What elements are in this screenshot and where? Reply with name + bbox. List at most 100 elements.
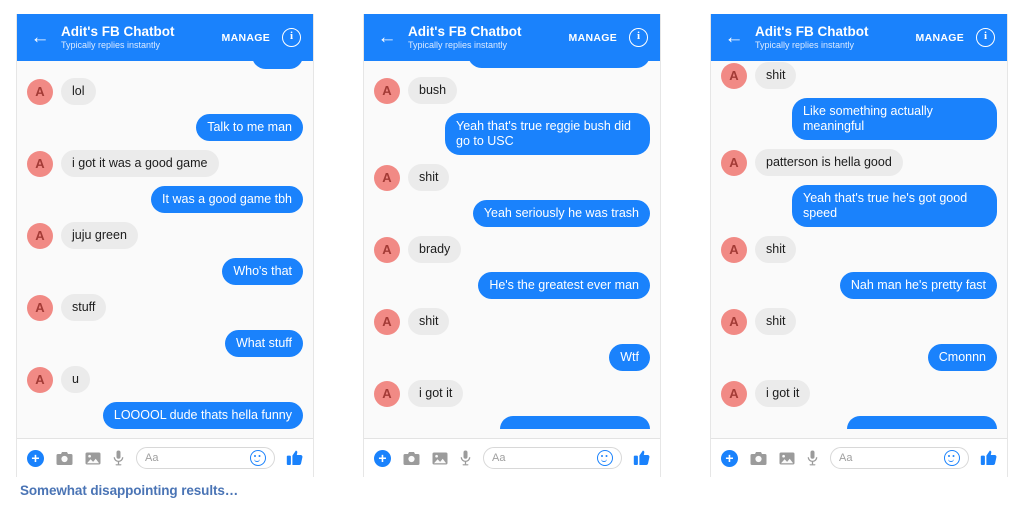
- message-bubble-incoming[interactable]: bush: [408, 77, 458, 104]
- message-bubble-outgoing[interactable]: Like something actually meaningful: [792, 98, 997, 140]
- chat-panels-container: ← Adit's FB Chatbot Typically replies in…: [0, 0, 1024, 480]
- message-row-incoming: A shit: [721, 236, 997, 263]
- message-input[interactable]: Aa: [136, 447, 275, 469]
- clipped-message-row-bottom: [721, 416, 997, 429]
- message-bubble-incoming[interactable]: i got it: [408, 380, 464, 407]
- message-row-incoming: A brady: [374, 236, 650, 263]
- message-bubble-incoming[interactable]: brady: [408, 236, 462, 263]
- smiley-icon[interactable]: [597, 450, 613, 466]
- manage-button[interactable]: MANAGE: [569, 32, 617, 44]
- message-bubble-incoming[interactable]: stuff: [61, 294, 107, 321]
- chat-header: ← Adit's FB Chatbot Typically replies in…: [17, 14, 313, 61]
- message-bubble-outgoing[interactable]: What stuff: [224, 330, 303, 357]
- message-bubble-outgoing[interactable]: So what do you think of USC: [468, 61, 650, 68]
- microphone-icon: [807, 450, 818, 466]
- message-bubble-outgoing[interactable]: Wtf: [609, 344, 650, 371]
- chat-title: Adit's FB Chatbot: [408, 24, 522, 39]
- camera-button[interactable]: [403, 451, 420, 466]
- plus-icon: +: [374, 449, 391, 467]
- message-row-outgoing: He's the greatest ever man: [374, 272, 650, 299]
- message-row-incoming: A shit: [374, 164, 650, 191]
- message-bubble-outgoing[interactable]: Nah man he's pretty fast: [839, 272, 997, 299]
- message-row-outgoing: What stuff: [27, 330, 303, 357]
- gallery-button[interactable]: [85, 451, 101, 466]
- camera-button[interactable]: [56, 451, 73, 466]
- message-thread[interactable]: A So what do you think of USC A bush Yea…: [364, 61, 660, 438]
- message-composer: + Aa: [17, 438, 313, 477]
- message-list: What A lol Talk to me man A i got it was…: [27, 61, 303, 438]
- message-thread[interactable]: So say something A shit Like something a…: [711, 61, 1007, 438]
- back-arrow-icon[interactable]: ←: [721, 28, 747, 47]
- smiley-icon[interactable]: [250, 450, 266, 466]
- message-row-outgoing: It was a good game tbh: [27, 186, 303, 213]
- smiley-icon[interactable]: [944, 450, 960, 466]
- message-row-incoming: A lol: [27, 78, 303, 105]
- message-bubble-incoming[interactable]: shit: [408, 308, 450, 335]
- chat-title: Adit's FB Chatbot: [61, 24, 175, 39]
- message-bubble-incoming[interactable]: shit: [408, 164, 450, 191]
- info-icon[interactable]: i: [976, 28, 995, 47]
- message-row-incoming: A shit: [374, 308, 650, 335]
- message-bubble-incoming[interactable]: juju green: [61, 222, 138, 249]
- message-thread[interactable]: What A lol Talk to me man A i got it was…: [17, 61, 313, 438]
- thumbs-up-icon: [980, 450, 997, 466]
- message-row-outgoing: Nah man he's pretty fast: [721, 272, 997, 299]
- add-attachment-button[interactable]: +: [374, 449, 391, 467]
- message-bubble-outgoing[interactable]: Talk to me man: [196, 114, 303, 141]
- message-bubble-outgoing[interactable]: He's the greatest ever man: [478, 272, 650, 299]
- thumbs-up-button[interactable]: [286, 450, 303, 466]
- message-bubble-incoming[interactable]: i got it was a good game: [61, 150, 219, 177]
- info-icon[interactable]: i: [282, 28, 301, 47]
- message-bubble-outgoing[interactable]: It was a good game tbh: [151, 186, 303, 213]
- message-input[interactable]: Aa: [483, 447, 622, 469]
- message-bubble-outgoing[interactable]: [500, 416, 650, 429]
- chat-subtitle: Typically replies instantly: [61, 40, 161, 50]
- gallery-button[interactable]: [432, 451, 448, 466]
- message-row-outgoing: Yeah that's true reggie bush did go to U…: [374, 113, 650, 155]
- message-bubble-outgoing[interactable]: Cmonnn: [927, 344, 997, 371]
- microphone-button[interactable]: [460, 450, 471, 466]
- message-bubble-incoming[interactable]: u: [61, 366, 90, 393]
- microphone-button[interactable]: [807, 450, 818, 466]
- message-bubble-incoming[interactable]: shit: [755, 236, 797, 263]
- add-attachment-button[interactable]: +: [721, 449, 738, 467]
- avatar: A: [374, 381, 400, 407]
- message-bubble-outgoing[interactable]: What: [251, 61, 303, 69]
- message-row-outgoing: What: [27, 61, 303, 69]
- message-bubble-incoming[interactable]: shit: [755, 62, 797, 89]
- header-titles: Adit's FB Chatbot Typically replies inst…: [747, 24, 916, 51]
- message-row-incoming: A bush: [374, 77, 650, 104]
- message-row-incoming: A stuff: [27, 294, 303, 321]
- thumbs-up-button[interactable]: [633, 450, 650, 466]
- gallery-button[interactable]: [779, 451, 795, 466]
- message-bubble-outgoing[interactable]: Who's that: [222, 258, 303, 285]
- thumbs-up-button[interactable]: [980, 450, 997, 466]
- back-arrow-icon[interactable]: ←: [27, 28, 53, 47]
- thumbs-up-icon: [286, 450, 303, 466]
- camera-button[interactable]: [750, 451, 767, 466]
- add-attachment-button[interactable]: +: [27, 449, 44, 467]
- image-icon: [432, 452, 448, 464]
- chat-header: ← Adit's FB Chatbot Typically replies in…: [711, 14, 1007, 61]
- image-icon: [85, 452, 101, 464]
- back-arrow-icon[interactable]: ←: [374, 28, 400, 47]
- message-bubble-incoming[interactable]: shit: [755, 308, 797, 335]
- message-row-outgoing: Talk to me man: [27, 114, 303, 141]
- message-bubble-incoming[interactable]: patterson is hella good: [755, 149, 903, 176]
- message-bubble-incoming[interactable]: i got it: [755, 380, 811, 407]
- info-icon[interactable]: i: [629, 28, 648, 47]
- manage-button[interactable]: MANAGE: [916, 32, 964, 44]
- message-bubble-incoming[interactable]: lol: [61, 78, 96, 105]
- message-input[interactable]: Aa: [830, 447, 969, 469]
- message-bubble-outgoing[interactable]: [847, 416, 997, 429]
- message-row-incoming: A juju green: [27, 222, 303, 249]
- message-bubble-outgoing[interactable]: Yeah that's true reggie bush did go to U…: [445, 113, 650, 155]
- thumbs-up-icon: [633, 450, 650, 466]
- plus-icon: +: [721, 449, 738, 467]
- message-bubble-outgoing[interactable]: Yeah seriously he was trash: [472, 200, 650, 227]
- microphone-icon: [113, 450, 124, 466]
- microphone-button[interactable]: [113, 450, 124, 466]
- message-bubble-outgoing[interactable]: LOOOOL dude thats hella funny: [102, 402, 303, 429]
- manage-button[interactable]: MANAGE: [222, 32, 270, 44]
- message-bubble-outgoing[interactable]: Yeah that's true he's got good speed: [792, 185, 997, 227]
